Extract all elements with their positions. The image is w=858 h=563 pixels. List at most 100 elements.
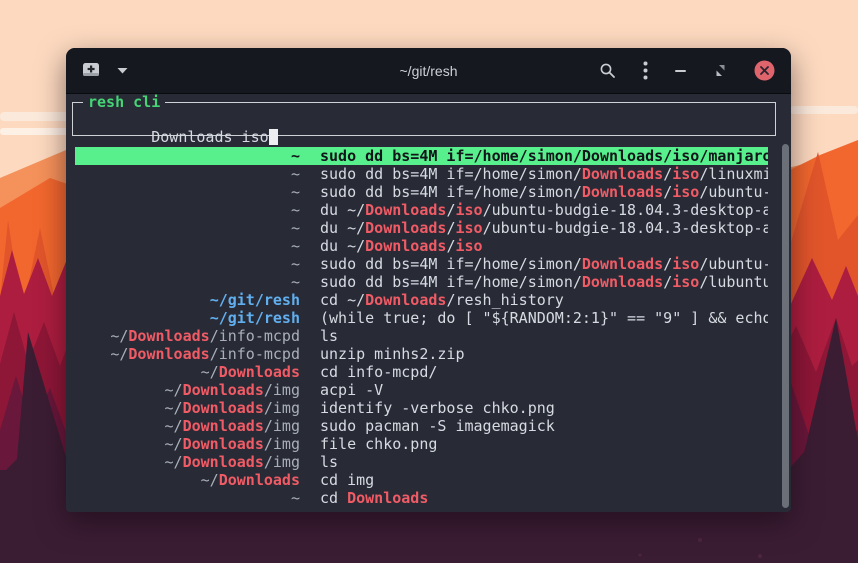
history-row[interactable]: ~/Downloads/img identify -verbose chko.pn… bbox=[75, 399, 768, 417]
terminal-titlebar[interactable]: ~/git/resh bbox=[66, 48, 791, 94]
row-working-directory: ~ bbox=[75, 273, 300, 291]
terminal-scrollbar-thumb[interactable] bbox=[782, 144, 789, 508]
match-highlight: Downloads bbox=[183, 399, 264, 417]
search-icon[interactable] bbox=[599, 62, 616, 79]
row-command: ls bbox=[320, 453, 338, 471]
text-segment: acpi -V bbox=[320, 381, 383, 399]
text-cursor bbox=[269, 129, 278, 145]
row-working-directory: ~ bbox=[75, 183, 300, 201]
history-row[interactable]: ~/Downloads/info-mcpd unzip minhs2.zip bbox=[75, 345, 768, 363]
text-segment: /resh_history bbox=[446, 291, 563, 309]
text-segment: /info-mcpd bbox=[210, 327, 300, 345]
text-segment: ~ bbox=[291, 201, 300, 219]
row-command: (while true; do [ "${RANDOM:2:1}" == "9"… bbox=[320, 309, 768, 327]
text-segment: sudo dd bs=4M if=/home/simon/ bbox=[320, 183, 582, 201]
match-highlight: Downloads bbox=[128, 327, 209, 345]
text-segment: cd info-mcpd/ bbox=[320, 363, 437, 381]
row-command: sudo dd bs=4M if=/home/simon/Downloads/i… bbox=[320, 255, 768, 273]
row-working-directory: ~/Downloads/img bbox=[75, 381, 300, 399]
match-highlight: Downloads bbox=[365, 219, 446, 237]
history-row[interactable]: ~/Downloadscd img bbox=[75, 471, 768, 489]
row-command: file chko.png bbox=[320, 435, 437, 453]
close-icon[interactable] bbox=[754, 60, 775, 81]
text-segment: ~/ bbox=[110, 345, 128, 363]
history-row[interactable]: ~/Downloads/info-mcpd ls bbox=[75, 327, 768, 345]
text-segment: ~/ bbox=[201, 471, 219, 489]
history-row[interactable]: ~ sudo dd bs=4M if=/home/simon/Downloads/… bbox=[75, 273, 768, 291]
text-segment: /linuxmi bbox=[699, 165, 768, 183]
match-highlight: Downloads bbox=[582, 273, 663, 291]
row-command: ls bbox=[320, 327, 338, 345]
row-command: du ~/Downloads/iso/ubuntu-budgie-18.04.3… bbox=[320, 219, 768, 237]
match-highlight: iso bbox=[672, 165, 699, 183]
text-segment: ~/ bbox=[165, 435, 183, 453]
text-segment: ~/ bbox=[165, 417, 183, 435]
match-highlight: Downloads bbox=[219, 471, 300, 489]
match-highlight: Downloads bbox=[582, 255, 663, 273]
history-row[interactable]: ~/Downloads cd info-mcpd/ bbox=[75, 363, 768, 381]
row-command: du ~/Downloads/iso/ubuntu-budgie-18.04.3… bbox=[320, 201, 768, 219]
resh-search-box[interactable]: resh cli Downloads iso bbox=[72, 102, 776, 136]
row-command: sudo dd bs=4M if=/home/simon/Downloads/i… bbox=[320, 165, 768, 183]
match-highlight: Downloads bbox=[347, 489, 428, 507]
kebab-menu-icon[interactable] bbox=[643, 61, 648, 80]
match-highlight: Downloads bbox=[582, 183, 663, 201]
history-row[interactable]: ~/git/resh (while true; do [ "${RANDOM:2:… bbox=[75, 309, 768, 327]
row-working-directory: ~/Downloads bbox=[75, 363, 300, 381]
text-segment: /ubuntu- bbox=[699, 183, 768, 201]
row-working-directory: ~/Downloads/img bbox=[75, 453, 300, 471]
history-row[interactable]: ~sudo dd bs=4M if=/home/simon/Downloads/… bbox=[75, 183, 768, 201]
history-row[interactable]: ~/Downloads/img ls bbox=[75, 453, 768, 471]
text-segment: identify -verbose chko.png bbox=[320, 399, 555, 417]
history-row[interactable]: ~/Downloads/img file chko.png bbox=[75, 435, 768, 453]
text-segment: ~/ bbox=[110, 327, 128, 345]
row-working-directory: ~/Downloads/img bbox=[75, 399, 300, 417]
new-tab-icon[interactable] bbox=[82, 62, 101, 79]
history-row[interactable]: ~/git/reshcd ~/Downloads/resh_history bbox=[75, 291, 768, 309]
match-highlight: Downloads bbox=[128, 345, 209, 363]
tab-chevron-icon[interactable] bbox=[117, 67, 128, 74]
restore-icon[interactable] bbox=[714, 64, 727, 77]
text-segment: sudo dd bs=4M if=/home/simon/ bbox=[320, 255, 582, 273]
row-command: sudo dd bs=4M if=/home/simon/Downloads/i… bbox=[320, 273, 768, 291]
text-segment: /img bbox=[264, 417, 300, 435]
row-working-directory: ~ bbox=[75, 201, 300, 219]
match-highlight: Downloads bbox=[582, 165, 663, 183]
minimize-icon[interactable] bbox=[675, 69, 687, 73]
row-command: unzip minhs2.zip bbox=[320, 345, 465, 363]
history-row[interactable]: ~cd Downloads bbox=[75, 489, 768, 507]
text-segment: ~/ bbox=[165, 381, 183, 399]
row-working-directory: ~/Downloads/img bbox=[75, 435, 300, 453]
text-segment: / bbox=[663, 165, 672, 183]
history-row[interactable]: ~sudo dd bs=4M if=/home/simon/Downloads/… bbox=[75, 255, 768, 273]
history-row[interactable]: ~du ~/Downloads/iso/ubuntu-budgie-18.04.… bbox=[75, 219, 768, 237]
history-row[interactable]: ~/Downloads/imgsudo pacman -S imagemagic… bbox=[75, 417, 768, 435]
search-query-input[interactable]: Downloads iso bbox=[151, 128, 268, 146]
text-segment: ~ bbox=[291, 489, 300, 507]
history-row[interactable]: ~ du ~/Downloads/iso/ubuntu-budgie-18.04.… bbox=[75, 201, 768, 219]
row-command: sudo pacman -S imagemagick bbox=[320, 417, 555, 435]
text-segment: ~ bbox=[291, 183, 300, 201]
text-segment: sudo dd bs=4M if=/home/simon/ bbox=[320, 273, 582, 291]
history-row[interactable]: ~/Downloads/img acpi -V bbox=[75, 381, 768, 399]
row-command: acpi -V bbox=[320, 381, 383, 399]
text-segment: / bbox=[663, 273, 672, 291]
match-highlight: iso bbox=[455, 219, 482, 237]
row-working-directory: ~/Downloads/info-mcpd bbox=[75, 327, 300, 345]
row-command: sudo dd bs=4M if=/home/simon/Downloads/i… bbox=[320, 183, 768, 201]
row-working-directory: ~/Downloads/info-mcpd bbox=[75, 345, 300, 363]
row-working-directory: ~ bbox=[75, 489, 300, 507]
text-segment: ls bbox=[320, 453, 338, 471]
match-highlight: Downloads bbox=[219, 363, 300, 381]
text-segment: /info-mcpd bbox=[210, 345, 300, 363]
history-row[interactable]: ~du ~/Downloads/iso bbox=[75, 237, 768, 255]
text-segment: /img bbox=[264, 381, 300, 399]
text-segment: du ~/ bbox=[320, 237, 365, 255]
text-segment: sudo pacman -S imagemagick bbox=[320, 417, 555, 435]
text-segment: /img bbox=[264, 453, 300, 471]
row-working-directory: ~/git/resh bbox=[75, 309, 300, 327]
text-segment: /ubuntu-budgie-18.04.3-desktop-a bbox=[483, 219, 768, 237]
match-highlight: Downloads bbox=[183, 381, 264, 399]
text-segment: cd ~/ bbox=[320, 291, 365, 309]
history-row[interactable]: ~sudo dd bs=4M if=/home/simon/Downloads/… bbox=[75, 165, 768, 183]
